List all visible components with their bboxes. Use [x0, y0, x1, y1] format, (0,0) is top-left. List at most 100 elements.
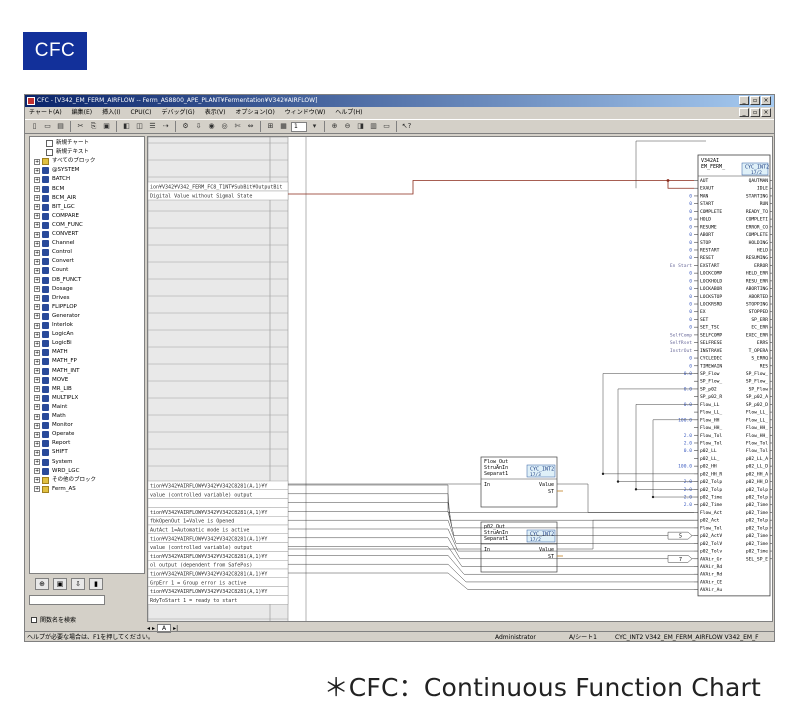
expand-icon[interactable]: +: [34, 295, 40, 302]
tree-item[interactable]: + LogicAn: [34, 330, 74, 339]
tree-item[interactable]: + Drives: [34, 294, 70, 303]
expand-icon[interactable]: +: [34, 195, 40, 202]
mdi-minimize-icon[interactable]: _: [739, 108, 749, 117]
tree-item[interactable]: + Interlok: [34, 321, 73, 330]
menu-window[interactable]: ウィンドウ(W): [285, 109, 326, 116]
menu-help[interactable]: ヘルプ(H): [335, 109, 362, 116]
menu-cpu[interactable]: CPU(C): [130, 109, 151, 116]
expand-icon[interactable]: +: [34, 440, 40, 447]
expand-icon[interactable]: +: [34, 313, 40, 320]
mdi-restore-icon[interactable]: ▫: [750, 108, 760, 117]
expand-icon[interactable]: +: [34, 167, 40, 174]
chevron-down-icon[interactable]: ▾: [309, 121, 320, 132]
tree-item[interactable]: + MOVE: [34, 376, 68, 385]
tree-item[interactable]: + BCM: [34, 185, 64, 194]
expand-icon[interactable]: +: [34, 340, 40, 347]
test-icon[interactable]: ◉: [206, 121, 217, 132]
tree-item[interactable]: + Report: [34, 439, 70, 448]
tree-item[interactable]: + Generator: [34, 312, 80, 321]
menu-edit[interactable]: 編集(E): [72, 109, 92, 116]
expand-icon[interactable]: +: [34, 368, 40, 374]
tree-item[interactable]: 新規チャート: [46, 139, 89, 148]
expand-icon[interactable]: +: [34, 395, 40, 402]
expand-icon[interactable]: +: [34, 186, 40, 192]
menu-options[interactable]: オプション(O): [235, 109, 274, 116]
open-icon[interactable]: ▭: [42, 121, 53, 132]
compile-icon[interactable]: ⚙: [180, 121, 191, 132]
expand-icon[interactable]: +: [34, 240, 40, 247]
new-icon[interactable]: ▯: [29, 121, 40, 132]
tree-item[interactable]: + その他のブロック: [34, 476, 96, 485]
tree-item[interactable]: + BIT_LGC: [34, 203, 75, 212]
expand-icon[interactable]: +: [34, 286, 40, 293]
tree-item[interactable]: + @SYSTEM: [34, 166, 79, 175]
expand-icon[interactable]: +: [34, 231, 40, 238]
expand-icon[interactable]: +: [34, 477, 40, 484]
checkbox-icon[interactable]: [31, 616, 37, 623]
block-icon[interactable]: ◧: [121, 121, 132, 132]
expand-icon[interactable]: +: [34, 213, 40, 220]
zoom-out-icon[interactable]: ⊖: [342, 121, 353, 132]
expand-icon[interactable]: +: [34, 158, 40, 165]
tree-item[interactable]: + Control: [34, 248, 72, 257]
tree-item[interactable]: + Monitor: [34, 421, 73, 430]
paste-icon[interactable]: ▣: [101, 121, 112, 132]
close-icon[interactable]: ×: [761, 96, 771, 105]
expand-icon[interactable]: +: [34, 431, 40, 438]
tree-item[interactable]: + Count: [34, 266, 68, 275]
tree-item[interactable]: + MATH_FP: [34, 357, 77, 366]
menu-chart[interactable]: チャート(A): [29, 109, 62, 116]
tree-item[interactable]: + System: [34, 458, 73, 467]
tree-item[interactable]: 新規テキスト: [46, 148, 89, 157]
expand-icon[interactable]: +: [34, 422, 40, 429]
next-sheet-icon[interactable]: ▥: [368, 121, 379, 132]
expand-icon[interactable]: +: [34, 459, 40, 465]
cut-icon[interactable]: ✂: [75, 121, 86, 132]
charts-tab-icon[interactable]: ▣: [53, 578, 67, 590]
menu-insert[interactable]: 挿入(I): [102, 109, 120, 116]
tree-item[interactable]: + MR_LIB: [34, 385, 72, 394]
tree-item[interactable]: + Dosage: [34, 285, 73, 294]
print-icon[interactable]: ▤: [55, 121, 66, 132]
expand-icon[interactable]: +: [34, 249, 40, 256]
libraries-tab-icon[interactable]: ⇩: [71, 578, 85, 590]
tree-item[interactable]: + Convert: [34, 257, 74, 266]
expand-icon[interactable]: +: [34, 277, 40, 283]
block-search-input[interactable]: [29, 595, 105, 605]
expand-icon[interactable]: +: [34, 468, 40, 475]
tree-item[interactable]: + Maint: [34, 403, 67, 412]
other-tab-icon[interactable]: ▮: [89, 578, 103, 590]
sheet-view-icon[interactable]: ▦: [278, 121, 289, 132]
tree-item[interactable]: + Channel: [34, 239, 75, 248]
scissors-icon[interactable]: ✄: [232, 121, 243, 132]
expand-icon[interactable]: +: [34, 413, 40, 420]
expand-icon[interactable]: +: [34, 304, 40, 311]
tree-item[interactable]: + SHIFT: [34, 448, 68, 457]
tree-item[interactable]: + LogicBi: [34, 339, 72, 348]
restore-icon[interactable]: ▫: [750, 96, 760, 105]
expand-icon[interactable]: +: [34, 331, 40, 338]
help-pointer-icon[interactable]: ↖?: [401, 121, 412, 132]
tree-item[interactable]: + Ferm_AS: [34, 485, 76, 494]
tree-item[interactable]: + DB_FUNCT: [34, 276, 81, 285]
watch-icon[interactable]: ◎: [219, 121, 230, 132]
tree-item[interactable]: + COMPARE: [34, 212, 79, 221]
tree-item[interactable]: + BCM_AIR: [34, 194, 76, 203]
tree-item[interactable]: + MATH: [34, 348, 68, 357]
expand-icon[interactable]: +: [34, 267, 40, 274]
expand-icon[interactable]: +: [34, 377, 40, 384]
expand-icon[interactable]: +: [34, 176, 40, 183]
tree-item[interactable]: + Operate: [34, 430, 74, 439]
expand-icon[interactable]: +: [34, 222, 40, 229]
overview-icon[interactable]: ⊞: [265, 121, 276, 132]
mdi-close-icon[interactable]: ×: [761, 108, 771, 117]
sheet-select[interactable]: 1: [291, 121, 307, 132]
expand-icon[interactable]: +: [34, 322, 40, 329]
blocks-tab-icon[interactable]: ⊕: [35, 578, 49, 590]
menu-view[interactable]: 表示(V): [205, 109, 226, 116]
move-icon[interactable]: ⇔: [245, 121, 256, 132]
expand-icon[interactable]: +: [34, 486, 40, 493]
zoom-in-icon[interactable]: ⊕: [329, 121, 340, 132]
expand-icon[interactable]: +: [34, 349, 40, 356]
chart-canvas[interactable]: ion¥V342¥V342_FERM_FC8_T1NT¥SubBit¥Outpu…: [147, 136, 773, 622]
